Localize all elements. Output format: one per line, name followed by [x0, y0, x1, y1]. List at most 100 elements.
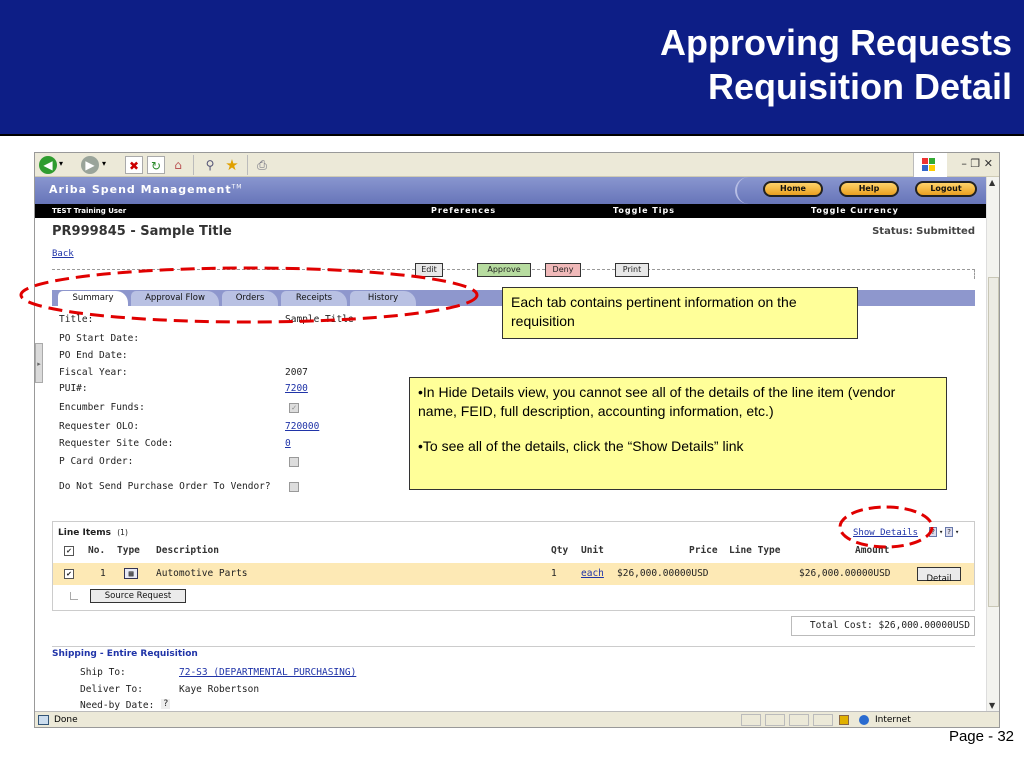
header-swoosh: [735, 177, 755, 204]
tabs-callout: Each tab contains pertinent information …: [502, 287, 858, 339]
status-zone: Internet: [875, 715, 911, 725]
col-header-description[interactable]: Description: [156, 543, 219, 559]
row-unit-link[interactable]: each: [581, 563, 604, 585]
row-no: 1: [100, 568, 106, 579]
select-all-checkbox[interactable]: ✔: [64, 546, 74, 556]
tab-approval-flow[interactable]: Approval Flow: [131, 291, 219, 306]
total-cost: Total Cost: $26,000.00000USD: [791, 616, 975, 636]
do-not-send-checkbox[interactable]: [289, 482, 299, 492]
col-header-unit[interactable]: Unit: [581, 543, 604, 559]
deliver-to-label: Deliver To:: [80, 684, 143, 695]
user-name: TEST Training User: [52, 207, 127, 215]
line-items-header: ✔ No. Type Description Qty Unit Price Li…: [53, 543, 974, 559]
approve-button[interactable]: Approve: [477, 263, 531, 277]
col-header-qty[interactable]: Qty: [551, 543, 568, 559]
row-description: Automotive Parts: [156, 568, 248, 579]
pcard-checkbox[interactable]: [289, 457, 299, 467]
row-qty: 1: [551, 568, 557, 579]
col-header-amount[interactable]: Amount: [855, 543, 889, 559]
row-amount: $26,000.00000USD: [799, 568, 891, 579]
window-controls: – ❐ ✕: [961, 157, 993, 170]
close-icon[interactable]: ✕: [984, 157, 993, 170]
scroll-down-icon[interactable]: ▼: [989, 701, 995, 710]
toolbar-separator: [193, 155, 194, 175]
tab-orders[interactable]: Orders: [222, 291, 278, 306]
tab-history[interactable]: History: [350, 291, 416, 306]
home-icon[interactable]: ⌂: [169, 156, 187, 174]
table-row: ✔ 1 ▦ Automotive Parts 1 each $26,000.00…: [53, 563, 974, 585]
col-header-no[interactable]: No.: [88, 543, 105, 559]
page-icon: [38, 715, 49, 725]
globe-icon: [859, 715, 869, 725]
forward-dropdown-icon[interactable]: ▾: [102, 159, 106, 168]
back-dropdown-icon[interactable]: ▾: [59, 159, 63, 168]
column-picker-icon[interactable]: ?: [945, 527, 953, 537]
col-header-price[interactable]: Price: [689, 543, 718, 559]
back-link[interactable]: Back: [52, 249, 74, 259]
stop-icon[interactable]: ✖: [125, 156, 143, 174]
pui-link[interactable]: 7200: [285, 383, 308, 394]
print-button[interactable]: Print: [615, 263, 649, 277]
minimize-icon[interactable]: –: [961, 157, 967, 170]
slide-title-line1: Approving Requests: [659, 22, 1012, 63]
encumber-checkbox[interactable]: ✓: [289, 403, 299, 413]
side-panel-handle[interactable]: ▸: [35, 343, 43, 383]
show-details-link[interactable]: Show Details: [853, 528, 918, 538]
field-label-po-end: PO End Date:: [59, 350, 128, 361]
browser-status-bar: Done Internet: [35, 711, 999, 727]
row-price: $26,000.00000USD: [617, 568, 709, 579]
requester-site-link[interactable]: 0: [285, 438, 291, 449]
edit-button[interactable]: Edit: [415, 263, 443, 277]
field-label-requester-olo: Requester OLO:: [59, 421, 140, 432]
restore-icon[interactable]: ❐: [970, 157, 980, 170]
toggle-currency-link[interactable]: Toggle Currency: [811, 204, 899, 218]
field-label-encumber: Encumber Funds:: [59, 402, 145, 413]
details-callout: •In Hide Details view, you cannot see al…: [409, 377, 947, 490]
help-button[interactable]: Help: [839, 181, 899, 197]
home-button[interactable]: Home: [763, 181, 823, 197]
search-icon[interactable]: ⚲: [201, 156, 219, 174]
slide-title-line2: Requisition Detail: [707, 66, 1012, 107]
status-text: Status: Submitted: [872, 226, 975, 237]
forward-icon[interactable]: ▶: [81, 156, 99, 174]
lock-icon: [839, 715, 849, 725]
toggle-tips-link[interactable]: Toggle Tips: [613, 204, 675, 218]
back-icon[interactable]: ◀: [39, 156, 57, 174]
tab-receipts[interactable]: Receipts: [281, 291, 347, 306]
details-callout-text-2: •To see all of the details, click the “S…: [418, 438, 744, 454]
details-callout-text-1: •In Hide Details view, you cannot see al…: [418, 384, 896, 419]
need-by-value[interactable]: ?: [161, 699, 171, 709]
requester-olo-link[interactable]: 720000: [285, 421, 319, 432]
shipping-section-title: Shipping - Entire Requisition: [52, 646, 975, 659]
field-label-pcard: P Card Order:: [59, 456, 134, 467]
col-header-type[interactable]: Type: [117, 543, 140, 559]
status-text-left: Done: [54, 715, 78, 725]
source-request-button[interactable]: Source Request: [90, 589, 186, 603]
catalog-item-icon: ▦: [124, 568, 138, 579]
vertical-scrollbar[interactable]: ▲ ▼: [986, 177, 999, 711]
col-header-line-type[interactable]: Line Type: [729, 543, 780, 559]
favorites-icon[interactable]: ★: [223, 156, 241, 174]
detail-button[interactable]: Detail: [917, 567, 961, 584]
print-icon[interactable]: ⎙: [253, 156, 271, 174]
tab-summary[interactable]: Summary: [58, 291, 128, 306]
preferences-link[interactable]: Preferences: [431, 204, 496, 218]
browser-toolbar: ◀ ▾ ▶ ▾ ✖ ↻ ⌂ ⚲ ★ ⎙ – ❐ ✕: [35, 153, 999, 177]
refresh-icon[interactable]: ↻: [147, 156, 165, 174]
status-pane: [765, 714, 785, 726]
ariba-header: Ariba Spend ManagementTM Home Help Logou…: [35, 177, 986, 204]
logout-button[interactable]: Logout: [915, 181, 977, 197]
windows-logo: [913, 153, 947, 177]
scroll-up-icon[interactable]: ▲: [989, 178, 995, 187]
column-picker-arrow-icon[interactable]: ▾: [955, 528, 959, 536]
line-items-title: Line Items (1): [58, 528, 128, 538]
scrollbar-thumb[interactable]: [988, 277, 999, 607]
expand-icon[interactable]: ?: [929, 527, 937, 537]
trademark: TM: [231, 183, 243, 191]
ship-to-link[interactable]: 72-S3 (DEPARTMENTAL PURCHASING): [179, 667, 356, 678]
row-checkbox[interactable]: ✔: [64, 569, 74, 579]
toolbar-separator: [247, 155, 248, 175]
deny-button[interactable]: Deny: [545, 263, 581, 277]
field-label-title: Title:: [59, 314, 94, 325]
dropdown-arrow-icon[interactable]: ▾: [939, 528, 943, 536]
